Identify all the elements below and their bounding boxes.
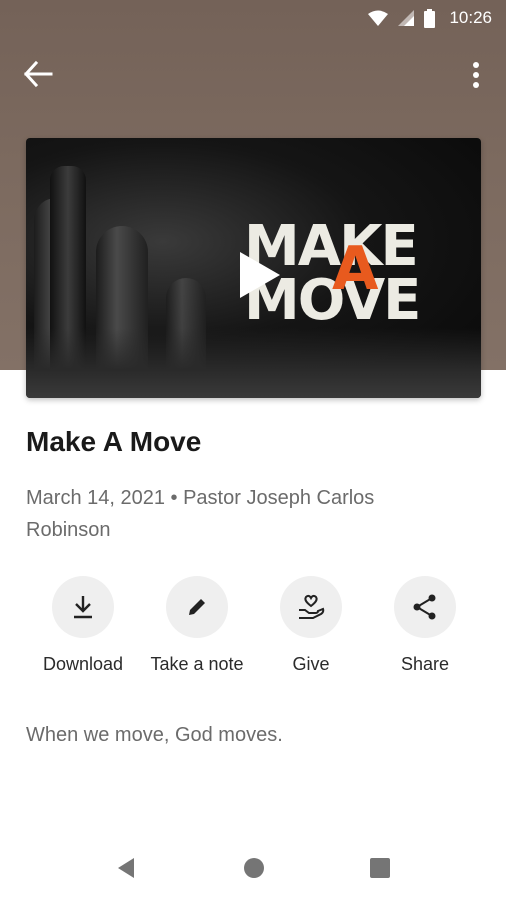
give-hand-heart-icon: [299, 594, 325, 619]
signal-icon: [398, 10, 415, 26]
wifi-icon: [368, 10, 389, 26]
give-button-circle[interactable]: [280, 576, 342, 638]
download-icon: [74, 596, 92, 619]
take-a-note-label: Take a note: [150, 654, 244, 674]
sermon-description: When we move, God moves.: [26, 724, 283, 746]
sermon-artwork[interactable]: MAKE MOVE A: [26, 138, 481, 398]
status-bar: 10:26: [0, 0, 506, 36]
arrow-back-icon[interactable]: [22, 60, 54, 88]
back-triangle-icon[interactable]: [112, 854, 140, 882]
more-vert-icon[interactable]: [462, 59, 490, 91]
share-button-circle[interactable]: [394, 576, 456, 638]
take-a-note-button-circle[interactable]: [166, 576, 228, 638]
home-circle-icon[interactable]: [240, 854, 268, 882]
battery-icon: [424, 8, 436, 28]
share-button[interactable]: Share: [365, 576, 485, 675]
sermon-meta: March 14, 2021 • Pastor Joseph Carlos Ro…: [26, 487, 375, 541]
artwork-title-accent: A: [332, 234, 379, 304]
chess-board: [26, 328, 481, 398]
give-label: Give: [292, 654, 330, 674]
play-icon[interactable]: [236, 250, 284, 300]
toolbar: [0, 50, 506, 98]
download-button[interactable]: Download: [23, 576, 143, 675]
share-icon: [413, 594, 436, 620]
action-row: Download Take a note Give Share: [26, 576, 482, 686]
share-label: Share: [400, 654, 450, 674]
sermon-title: Make A Move: [26, 426, 202, 457]
recents-square-icon[interactable]: [366, 854, 394, 882]
download-button-circle[interactable]: [52, 576, 114, 638]
give-button[interactable]: Give: [251, 576, 371, 675]
download-label: Download: [42, 654, 124, 674]
pencil-icon: [189, 599, 205, 615]
status-time: 10:26: [449, 8, 492, 27]
take-a-note-button[interactable]: Take a note: [137, 576, 257, 675]
system-nav-bar: [0, 836, 506, 900]
